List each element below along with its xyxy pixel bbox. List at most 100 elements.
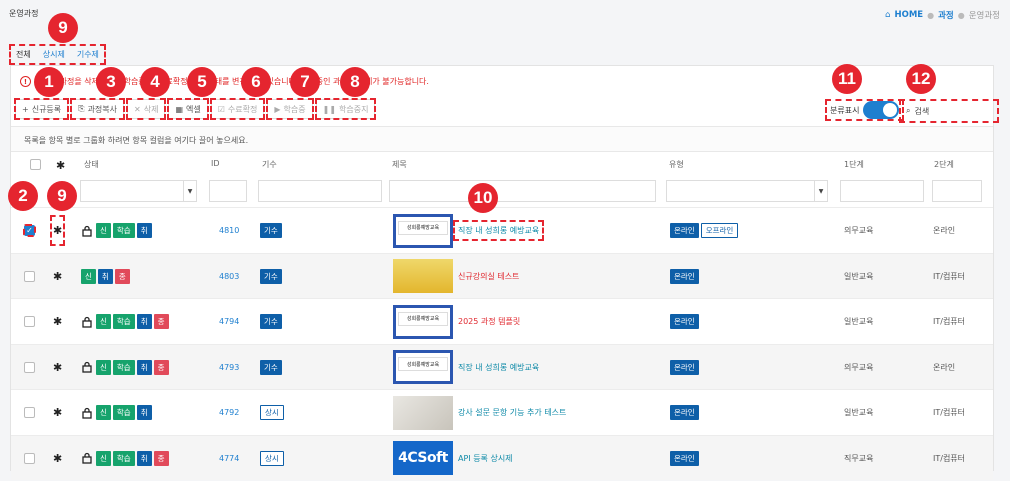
table-row[interactable]: ✱ 신 학습 취 4792 상시 강사 설문 문항 기능 추가 테스트 온라인 일반교육 IT/컴… <box>11 389 993 434</box>
group-hint[interactable]: 목록을 항목 별로 그룹화 하려면 항목 컬럼을 여기다 끌어 놓으세요. <box>11 126 993 152</box>
stage1-filter[interactable] <box>840 180 924 202</box>
status-filter[interactable]: ▼ <box>80 180 197 202</box>
kind-cell: 기수 <box>260 208 282 253</box>
gear-icon[interactable]: ✱ <box>53 406 62 419</box>
breadcrumb-separator: ● <box>957 10 965 20</box>
header-settings[interactable]: ✱ <box>50 152 71 177</box>
course-thumbnail[interactable] <box>393 395 453 430</box>
row-checkbox[interactable] <box>24 407 35 418</box>
title-filter[interactable] <box>389 180 656 202</box>
title-cell: 성희롱예방교육 직장 내 성희롱 예방교육 <box>393 208 545 253</box>
breadcrumb-home[interactable]: HOME <box>895 10 924 20</box>
tab-always[interactable]: 상시제 <box>37 45 71 64</box>
pause-icon: ❚❚ <box>322 104 337 114</box>
col-title[interactable]: 제목 <box>386 152 413 177</box>
row-settings[interactable]: ✱ <box>53 436 62 481</box>
status-cell: 신 학습 취 종 <box>81 299 171 344</box>
complete-button[interactable]: ☑ 수료확정 <box>209 98 266 120</box>
course-title-link[interactable]: API 등록 상시제 <box>458 453 513 464</box>
gear-icon[interactable]: ✱ <box>53 270 62 283</box>
course-id-link[interactable]: 4803 <box>219 272 239 281</box>
id-filter[interactable] <box>209 180 247 202</box>
course-thumbnail[interactable]: 성희롱예방교육 <box>393 304 453 339</box>
search-box[interactable]: ⌕ 검색 <box>899 99 999 123</box>
row-checkbox[interactable] <box>24 270 35 282</box>
row-checkbox[interactable] <box>24 316 35 327</box>
gear-icon[interactable]: ✱ <box>56 159 65 172</box>
course-title-link[interactable]: 직장 내 성희롱 예방교육 <box>458 362 539 373</box>
table-row[interactable]: ✓ ✱ 신 학습 취 4810 기수 성희롱예방교육 직장 내 성희롱 예방교육 온라인 오프라인 의… <box>11 207 993 252</box>
category-switch[interactable]: 분류표시 <box>824 99 905 121</box>
row-settings[interactable]: ✱ <box>53 345 62 390</box>
row-checkbox[interactable] <box>24 361 35 373</box>
id-cell: 4794 <box>219 299 239 344</box>
tab-all[interactable]: 전체 <box>10 45 37 64</box>
course-thumbnail[interactable]: 성희롱예방교육 <box>393 350 453 384</box>
course-thumbnail[interactable]: 성희롱예방교육 <box>393 213 453 248</box>
col-stage1[interactable]: 1단계 <box>838 152 870 177</box>
col-id[interactable]: ID <box>205 152 226 177</box>
course-title-link[interactable]: 직장 내 성희롱 예방교육 <box>452 220 545 241</box>
table-row[interactable]: ✱ 신 학습 취 종 4774 상시 4CSoft API 등록 상시제 온라인 직무교육 IT/컴퓨… <box>11 434 993 481</box>
row-settings[interactable]: ✱ <box>43 208 72 253</box>
kind-cell: 상시 <box>260 436 284 481</box>
status-badge: 취 <box>136 450 152 466</box>
stage2-filter[interactable] <box>932 180 982 202</box>
course-id-link[interactable]: 4793 <box>219 363 239 372</box>
table-row[interactable]: ✱ 신 학습 취 종 4794 기수 성희롱예방교육 2025 과정 템플릿 온라인 일반교육 IT/… <box>11 298 993 343</box>
table-row[interactable]: ✱ 신 취 종 4803 기수 신규강의실 테스트 온라인 일반교육 IT/컴퓨터 <box>11 252 993 299</box>
toggle-switch[interactable] <box>863 101 900 119</box>
tab-cohort[interactable]: 기수제 <box>71 45 105 64</box>
row-checkbox-cell <box>24 436 35 481</box>
marker-11: 11 <box>832 64 862 94</box>
stage2-cell: IT/컴퓨터 <box>933 317 966 326</box>
excel-button[interactable]: ▦ 엑셀 <box>167 98 209 120</box>
col-type[interactable]: 유형 <box>663 152 690 177</box>
row-settings[interactable]: ✱ <box>53 254 62 299</box>
gear-icon[interactable]: ✱ <box>53 452 62 465</box>
type-badge: 온라인 <box>670 405 699 420</box>
gear-icon[interactable]: ✱ <box>53 315 62 328</box>
course-title-link[interactable]: 2025 과정 템플릿 <box>458 316 520 327</box>
new-button[interactable]: + 신규등록 <box>13 98 70 120</box>
marker-6: 6 <box>241 67 271 97</box>
col-stage2[interactable]: 2단계 <box>928 152 960 177</box>
marker-12: 12 <box>906 64 936 94</box>
row-settings[interactable]: ✱ <box>53 299 62 344</box>
stop-button[interactable]: ❚❚ 학습중지 <box>314 98 377 120</box>
course-title-link[interactable]: 강사 설문 문항 기능 추가 테스트 <box>458 407 566 418</box>
col-kind[interactable]: 기수 <box>256 152 283 177</box>
learning-button[interactable]: ▶ 학습중 <box>266 98 314 120</box>
row-settings[interactable]: ✱ <box>53 390 62 435</box>
course-title-link[interactable]: 신규강의실 테스트 <box>458 271 519 282</box>
type-filter[interactable]: ▼ <box>666 180 828 202</box>
type-cell: 온라인 <box>670 345 699 390</box>
copy-button[interactable]: ⎘ 과정복사 <box>70 98 126 120</box>
toolbar: + 신규등록 ⎘ 과정복사 ✕ 삭제 ▦ 엑셀 ☑ 수료확정 ▶ 학습중 ❚❚ 학습중지 <box>13 98 378 120</box>
chevron-down-icon[interactable]: ▼ <box>814 181 827 201</box>
breadcrumb-course[interactable]: 과정 <box>938 9 954 21</box>
chevron-down-icon[interactable]: ▼ <box>183 181 196 201</box>
marker-4: 4 <box>140 67 170 97</box>
row-checkbox-cell <box>24 345 35 390</box>
course-thumbnail[interactable] <box>393 259 453 293</box>
row-checkbox[interactable] <box>24 452 35 464</box>
course-id-link[interactable]: 4810 <box>219 226 239 235</box>
table-row[interactable]: ✱ 신 학습 취 종 4793 기수 성희롱예방교육 직장 내 성희롱 예방교육 온라인 의무교육 온… <box>11 343 993 390</box>
course-id-link[interactable]: 4792 <box>219 408 239 417</box>
status-badge: 취 <box>136 359 152 375</box>
row-checkbox[interactable]: ✓ <box>23 224 36 237</box>
home-icon[interactable]: ⌂ <box>885 10 890 20</box>
course-id-link[interactable]: 4774 <box>219 454 239 463</box>
gear-icon[interactable]: ✱ <box>53 224 62 237</box>
header-checkbox[interactable] <box>30 159 41 170</box>
status-badge: 신 <box>96 405 111 420</box>
kind-filter[interactable] <box>258 180 382 202</box>
delete-button[interactable]: ✕ 삭제 <box>126 98 167 120</box>
course-id-link[interactable]: 4794 <box>219 317 239 326</box>
status-badge: 학습 <box>112 314 135 329</box>
col-status[interactable]: 상태 <box>78 152 105 177</box>
course-thumbnail[interactable]: 4CSoft <box>393 441 453 475</box>
gear-icon[interactable]: ✱ <box>53 361 62 374</box>
type-badge: 온라인 <box>670 450 699 466</box>
